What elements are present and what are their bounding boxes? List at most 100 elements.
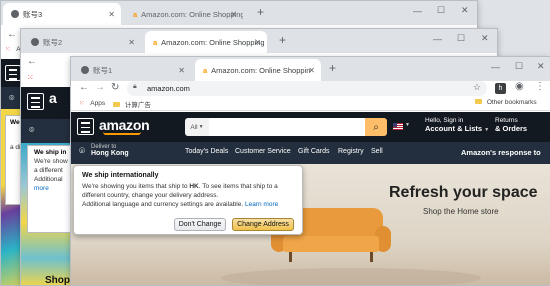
tab-title: Amazon.com: Online Shopping bbox=[211, 65, 312, 75]
popover-line2: different country, change your delivery … bbox=[82, 192, 219, 199]
search-icon: ⌕ bbox=[373, 121, 379, 133]
apps-label: Apps bbox=[90, 100, 106, 107]
amazon-favicon-icon: a bbox=[133, 9, 138, 19]
minimize-icon[interactable]: — bbox=[491, 62, 500, 72]
minimize-icon[interactable]: — bbox=[433, 34, 442, 44]
shop-text: Shop bbox=[45, 275, 70, 286]
nav-item-todays-deals[interactable]: Today's Deals bbox=[185, 148, 228, 155]
close-tab-icon[interactable]: ✕ bbox=[108, 10, 115, 19]
back-icon[interactable]: ← bbox=[27, 56, 37, 67]
apps-bookmark[interactable]: ⁙ Apps bbox=[79, 99, 105, 107]
search-button[interactable]: ⌕ bbox=[365, 118, 387, 136]
location-icon: ⌾ bbox=[79, 146, 85, 157]
tab-strip: 账号2 ✕ a Amazon.com: Online Shopping ✕ + … bbox=[21, 29, 497, 53]
popover-line1: We're showing you items that ship to bbox=[82, 183, 188, 190]
browser-window-1: 账号1 ✕ a Amazon.com: Online Shopping ✕ + … bbox=[70, 56, 550, 286]
close-window-icon[interactable]: ✕ bbox=[481, 33, 489, 44]
folder-icon bbox=[113, 102, 120, 107]
tab-amazon[interactable]: a Amazon.com: Online Shopping ✕ bbox=[195, 59, 321, 81]
amazon-nav: ⌾ Deliver to Hong Kong Today's Deals Cus… bbox=[71, 142, 550, 164]
close-tab-icon[interactable]: ✕ bbox=[230, 10, 237, 19]
chevron-down-icon: ▼ bbox=[405, 122, 410, 128]
lock-icon: 🔒︎ bbox=[133, 83, 137, 90]
extension-icon[interactable]: h bbox=[495, 83, 506, 94]
bookmark-folder[interactable]: 计算广告 bbox=[113, 99, 151, 109]
greeting: Hello, Sign in bbox=[425, 117, 464, 124]
popover-line3: Additional language and currency setting… bbox=[82, 201, 244, 208]
tab-amazon[interactable]: a Amazon.com: Online Shopping ✕ bbox=[145, 31, 267, 53]
hero-subtitle: Shop the Home store bbox=[423, 207, 499, 216]
chrome-favicon-icon bbox=[31, 38, 39, 46]
close-window-icon[interactable]: ✕ bbox=[461, 5, 469, 16]
nav-item-registry[interactable]: Registry bbox=[338, 148, 364, 155]
location-icon: ⌾ bbox=[9, 93, 15, 103]
bookmarks-bar: ⁙ Apps 计算广告 Other bookmarks bbox=[71, 97, 550, 111]
close-tab-icon[interactable]: ✕ bbox=[254, 38, 261, 47]
returns-orders[interactable]: Returns & Orders bbox=[495, 117, 527, 133]
browser-toolbar: ← → ↻ 🔒︎ amazon.com ☆ h ◉ ⋮ bbox=[71, 81, 550, 97]
other-bookmarks[interactable]: Other bookmarks bbox=[475, 99, 537, 106]
menu-dots-icon[interactable]: ⋮ bbox=[535, 81, 545, 92]
forward-icon[interactable]: → bbox=[95, 82, 105, 93]
deliver-to[interactable]: Deliver to Hong Kong bbox=[91, 144, 129, 157]
amazon-smile-icon bbox=[103, 132, 141, 135]
change-address-button[interactable]: Change Address bbox=[232, 218, 294, 231]
close-tab-icon[interactable]: ✕ bbox=[178, 66, 185, 75]
menu-icon[interactable] bbox=[77, 118, 94, 135]
apps-icon: ⁙ bbox=[5, 46, 11, 53]
reload-icon[interactable]: ↻ bbox=[111, 82, 119, 93]
menu-icon[interactable] bbox=[5, 65, 21, 81]
close-tab-icon[interactable]: ✕ bbox=[128, 38, 135, 47]
amazon-favicon-icon: a bbox=[153, 37, 158, 47]
apps-icon[interactable]: ⁙ bbox=[27, 73, 34, 82]
other-bookmarks-label: Other bookmarks bbox=[486, 99, 537, 106]
tab-label: 账号1 bbox=[93, 65, 113, 75]
address-bar[interactable]: 🔒︎ amazon.com ☆ bbox=[127, 81, 487, 96]
new-tab-icon[interactable]: + bbox=[279, 33, 286, 47]
amazon-favicon-icon: a bbox=[203, 65, 208, 75]
back-icon[interactable]: ← bbox=[7, 29, 17, 40]
account-menu[interactable]: Hello, Sign in Account & Lists ▼ bbox=[425, 117, 489, 133]
url-text: amazon.com bbox=[147, 84, 190, 93]
close-tab-icon[interactable]: ✕ bbox=[308, 66, 315, 75]
chevron-down-icon: ▼ bbox=[484, 127, 490, 133]
search-input[interactable] bbox=[209, 118, 365, 136]
bookmark-star-icon[interactable]: ☆ bbox=[473, 82, 481, 93]
new-tab-icon[interactable]: + bbox=[257, 5, 264, 19]
nav-item-customer-service[interactable]: Customer Service bbox=[235, 148, 291, 155]
nav-item-sell[interactable]: Sell bbox=[371, 148, 383, 155]
maximize-icon[interactable]: ☐ bbox=[437, 5, 445, 16]
deliver-location: Hong Kong bbox=[91, 150, 129, 157]
tab-title: Amazon.com: Online Shopping bbox=[161, 37, 265, 47]
tab-account-2[interactable]: 账号2 ✕ bbox=[23, 31, 141, 53]
location-icon: ⌾ bbox=[29, 125, 35, 135]
folder-icon bbox=[475, 99, 482, 104]
covid-banner-link[interactable]: Amazon's response to bbox=[461, 148, 541, 157]
amazon-logo[interactable]: amazon bbox=[99, 117, 150, 133]
profile-icon[interactable]: ◉ bbox=[515, 81, 524, 92]
apps-icon: ⁙ bbox=[79, 100, 85, 107]
close-window-icon[interactable]: ✕ bbox=[537, 61, 545, 72]
nav-item-gift-cards[interactable]: Gift Cards bbox=[298, 148, 330, 155]
orders-label: & Orders bbox=[495, 124, 528, 133]
tab-account-3[interactable]: 账号3 ✕ bbox=[3, 3, 121, 25]
back-icon[interactable]: ← bbox=[79, 82, 89, 93]
popover-text: We're showing you items that ship to HK.… bbox=[82, 182, 300, 209]
amazon-header: amazon All ▼ ⌕ ▼ Hello, Sign in Account … bbox=[71, 112, 550, 142]
minimize-icon[interactable]: — bbox=[413, 6, 422, 16]
account-label: Account & Lists bbox=[425, 124, 483, 133]
maximize-icon[interactable]: ☐ bbox=[457, 33, 465, 44]
account-lists: Account & Lists ▼ bbox=[425, 124, 489, 133]
menu-icon[interactable] bbox=[27, 93, 44, 110]
search-category[interactable]: All ▼ bbox=[185, 118, 209, 136]
returns-label: Returns bbox=[495, 117, 518, 124]
learn-more-link[interactable]: Learn more bbox=[245, 201, 278, 208]
maximize-icon[interactable]: ☐ bbox=[515, 61, 523, 72]
dont-change-button[interactable]: Don't Change bbox=[174, 218, 226, 231]
tab-account-1[interactable]: 账号1 ✕ bbox=[73, 59, 191, 81]
flag-icon[interactable] bbox=[393, 123, 403, 130]
ship-internationally-popover: We ship internationally We're showing yo… bbox=[73, 165, 303, 235]
folder-label: 计算广告 bbox=[124, 102, 151, 109]
tab-amazon[interactable]: a Amazon.com: Online Shopping ✕ bbox=[125, 3, 243, 25]
new-tab-icon[interactable]: + bbox=[329, 61, 336, 75]
